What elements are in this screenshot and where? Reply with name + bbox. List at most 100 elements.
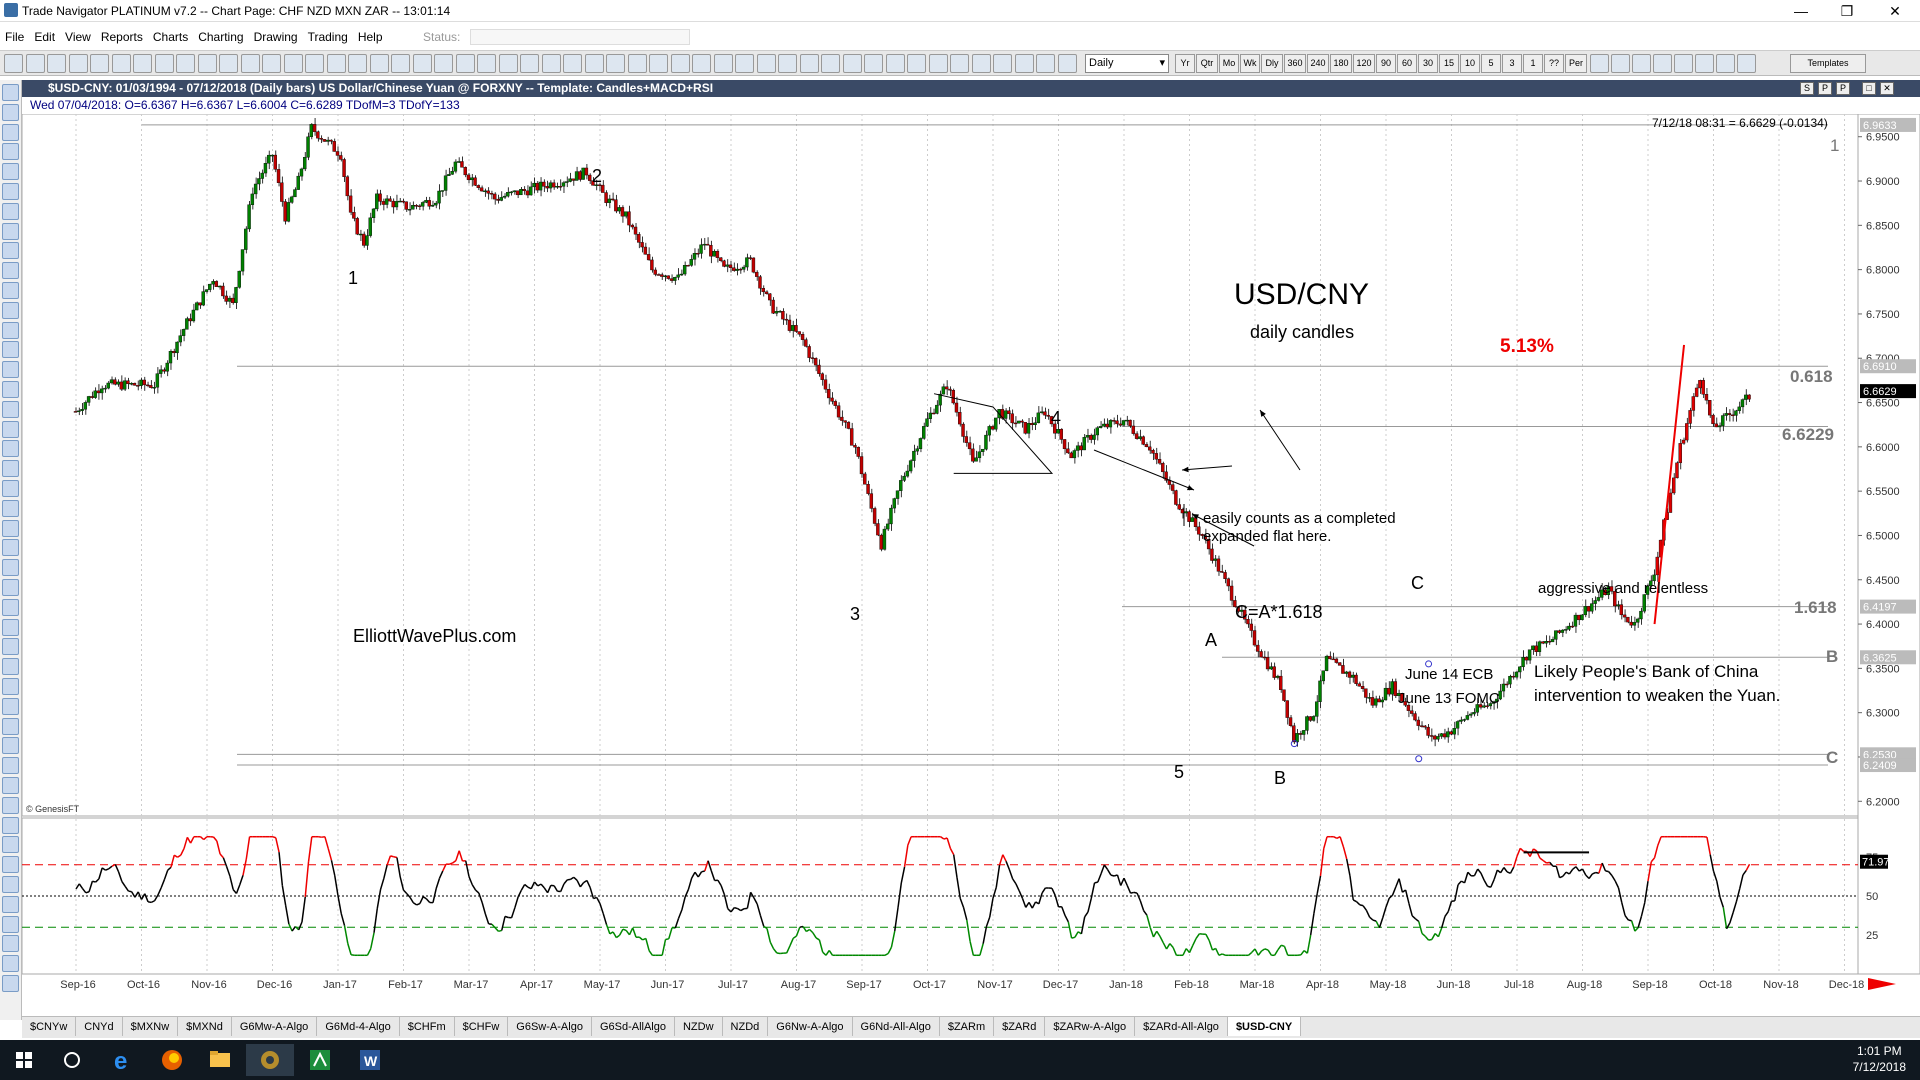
- timeframe-button-qtr[interactable]: Qtr: [1196, 54, 1218, 73]
- timeframe-button-3[interactable]: 3: [1502, 54, 1522, 73]
- toolbar-tool-icon[interactable]: [1057, 54, 1077, 73]
- firefox-icon[interactable]: [148, 1044, 196, 1076]
- toolbar-tool-icon[interactable]: [520, 54, 539, 73]
- toolbar-tool-icon[interactable]: [584, 54, 604, 73]
- word-icon[interactable]: W: [346, 1044, 394, 1076]
- toolbar-tool-icon[interactable]: [434, 54, 453, 73]
- file-explorer-icon[interactable]: [196, 1044, 244, 1076]
- tab-cnyd[interactable]: CNYd: [76, 1017, 123, 1036]
- timeframe-button-1[interactable]: 1: [1523, 54, 1543, 73]
- chart-type-icon[interactable]: [1737, 54, 1756, 73]
- tab--usd-cny[interactable]: $USD-CNY: [1227, 1017, 1302, 1036]
- drawing-tool-icon[interactable]: [2, 697, 19, 715]
- toolbar-tool-icon[interactable]: [4, 54, 23, 73]
- drawing-tool-icon[interactable]: [2, 420, 19, 438]
- toolbar-tool-icon[interactable]: [47, 54, 66, 73]
- drawing-tool-icon[interactable]: [2, 361, 19, 379]
- close-button[interactable]: ✕: [1872, 0, 1918, 22]
- drawing-tool-icon[interactable]: [2, 242, 19, 260]
- toolbar-tool-icon[interactable]: [68, 54, 88, 73]
- templates-button[interactable]: Templates: [1790, 54, 1866, 73]
- toolbar-tool-icon[interactable]: [133, 54, 152, 73]
- timeframe-button-30[interactable]: 30: [1418, 54, 1438, 73]
- drawing-tool-icon[interactable]: [2, 183, 19, 200]
- toolbar-tool-icon[interactable]: [692, 54, 711, 73]
- toolbar-tool-icon[interactable]: [885, 54, 905, 73]
- tab--chfm[interactable]: $CHFm: [400, 1017, 455, 1036]
- menu-trading[interactable]: Trading: [303, 26, 353, 48]
- tab-nzdw[interactable]: NZDw: [675, 1017, 723, 1036]
- drawing-tool-icon[interactable]: [2, 658, 19, 676]
- timeframe-button-5[interactable]: 5: [1481, 54, 1501, 73]
- timeframe-button-180[interactable]: 180: [1330, 54, 1352, 73]
- toolbar-tool-icon[interactable]: [606, 54, 625, 73]
- timeframe-button-mo[interactable]: Mo: [1219, 54, 1239, 73]
- tab--zard-all-algo[interactable]: $ZARd-All-Algo: [1135, 1017, 1228, 1036]
- start-button[interactable]: [0, 1044, 48, 1076]
- drawing-tool-icon[interactable]: [2, 618, 19, 636]
- toolbar-tool-icon[interactable]: [778, 54, 797, 73]
- toolbar-tool-icon[interactable]: [541, 54, 561, 73]
- drawing-tool-icon[interactable]: [2, 381, 19, 398]
- drawing-tool-icon[interactable]: [2, 975, 19, 992]
- menu-file[interactable]: File: [0, 26, 29, 48]
- timeframe-button-dly[interactable]: Dly: [1261, 54, 1283, 73]
- drawing-tool-icon[interactable]: [2, 579, 19, 596]
- tab-nzdd[interactable]: NZDd: [723, 1017, 769, 1036]
- drawing-tool-icon[interactable]: [2, 559, 19, 577]
- chart-type-icon[interactable]: [1653, 54, 1672, 73]
- tab-g6nw-a-algo[interactable]: G6Nw-A-Algo: [768, 1017, 853, 1036]
- drawing-tool-icon[interactable]: [2, 301, 19, 319]
- toolbar-tool-icon[interactable]: [993, 54, 1012, 73]
- toolbar-tool-icon[interactable]: [369, 54, 389, 73]
- drawing-tool-icon[interactable]: [2, 400, 19, 418]
- menu-drawing[interactable]: Drawing: [249, 26, 303, 48]
- drawing-tool-icon[interactable]: [2, 876, 19, 893]
- toolbar-tool-icon[interactable]: [670, 54, 690, 73]
- tab-g6sd-allalgo[interactable]: G6Sd-AllAlgo: [592, 1017, 675, 1036]
- drawing-tool-icon[interactable]: [2, 836, 19, 854]
- menu-edit[interactable]: Edit: [29, 26, 60, 48]
- drawing-tool-icon[interactable]: [2, 638, 19, 656]
- drawing-tool-icon[interactable]: [2, 955, 19, 973]
- toolbar-tool-icon[interactable]: [240, 54, 260, 73]
- chart-p-button[interactable]: P: [1818, 82, 1832, 95]
- menu-charts[interactable]: Charts: [148, 26, 193, 48]
- timeframe-button-yr[interactable]: Yr: [1175, 54, 1195, 73]
- chart-type-icon[interactable]: [1716, 54, 1735, 73]
- drawing-tool-icon[interactable]: [2, 737, 19, 755]
- drawing-tool-icon[interactable]: [2, 460, 19, 478]
- toolbar-tool-icon[interactable]: [348, 54, 367, 73]
- drawing-tool-icon[interactable]: [2, 321, 19, 339]
- tab-g6sw-a-algo[interactable]: G6Sw-A-Algo: [508, 1017, 592, 1036]
- timeframe-button-wk[interactable]: Wk: [1240, 54, 1260, 73]
- tab--zard[interactable]: $ZARd: [994, 1017, 1046, 1036]
- toolbar-tool-icon[interactable]: [799, 54, 819, 73]
- toolbar-tool-icon[interactable]: [176, 54, 195, 73]
- chart-type-icon[interactable]: [1632, 54, 1651, 73]
- toolbar-tool-icon[interactable]: [950, 54, 969, 73]
- drawing-tool-icon[interactable]: [2, 519, 19, 537]
- tab--mxnd[interactable]: $MXNd: [178, 1017, 232, 1036]
- drawing-tool-icon[interactable]: [2, 598, 19, 616]
- toolbar-tool-icon[interactable]: [412, 54, 432, 73]
- chart-area[interactable]: 6.95006.90006.85006.80006.75006.70006.65…: [21, 113, 1920, 1018]
- period-select[interactable]: Daily ▾: [1085, 54, 1169, 73]
- toolbar-tool-icon[interactable]: [90, 54, 109, 73]
- timeframe-button-360[interactable]: 360: [1284, 54, 1306, 73]
- chart-type-icon[interactable]: [1611, 54, 1630, 73]
- drawing-tool-icon[interactable]: [2, 143, 19, 161]
- menu-view[interactable]: View: [60, 26, 96, 48]
- chart-type-icon[interactable]: [1674, 54, 1693, 73]
- toolbar-tool-icon[interactable]: [25, 54, 45, 73]
- drawing-tool-icon[interactable]: [2, 282, 19, 299]
- taskbar-clock[interactable]: 1:01 PM 7/12/2018: [1853, 1043, 1906, 1075]
- chart-p2-button[interactable]: P: [1836, 82, 1850, 95]
- cortana-search-icon[interactable]: [48, 1044, 96, 1076]
- chart-close-button[interactable]: ✕: [1880, 82, 1894, 95]
- toolbar-tool-icon[interactable]: [498, 54, 518, 73]
- toolbar-tool-icon[interactable]: [326, 54, 346, 73]
- chart-s-button[interactable]: S: [1800, 82, 1814, 95]
- chart-type-icon[interactable]: [1590, 54, 1609, 73]
- drawing-tool-icon[interactable]: [2, 777, 19, 794]
